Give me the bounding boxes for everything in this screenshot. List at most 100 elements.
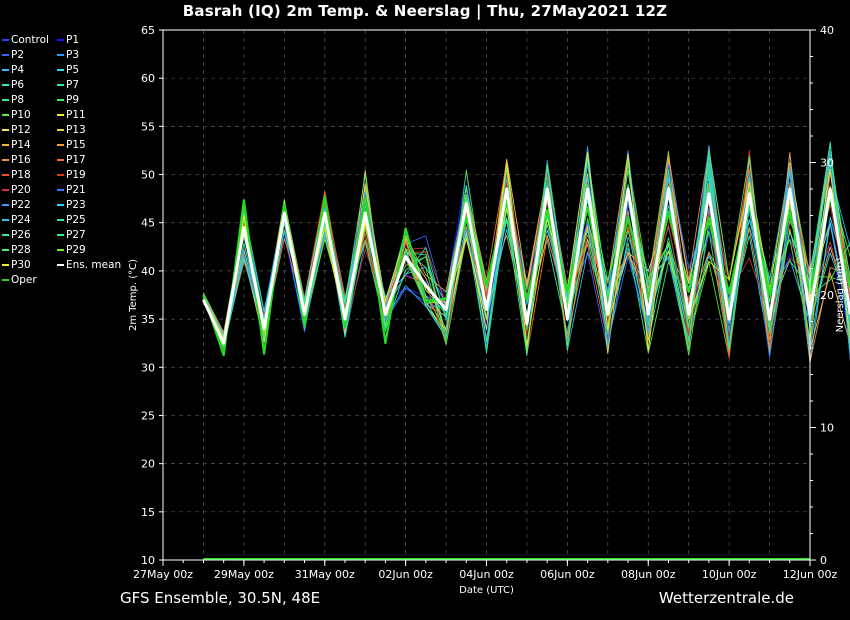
legend-swatch [2, 219, 9, 221]
legend-swatch [2, 99, 9, 101]
legend-swatch [2, 264, 9, 266]
y-tick-label: 40 [141, 265, 155, 278]
legend-item-p14: P14 [2, 139, 31, 151]
legend-item-p29: P29 [57, 244, 86, 256]
legend-label: P27 [66, 229, 86, 241]
x-tick-label: 02Jun 00z [378, 568, 433, 581]
legend-swatch [57, 264, 64, 266]
legend-swatch [57, 69, 64, 71]
legend-swatch [2, 159, 9, 161]
legend-item-p18: P18 [2, 169, 31, 181]
legend-label: Ens. mean [66, 259, 122, 271]
legend-swatch [2, 69, 9, 71]
ens-mean-series [202, 187, 850, 345]
legend-label: P3 [66, 49, 80, 61]
legend-label: P12 [11, 124, 31, 136]
chart: 10 15 20 25 30 35 40 45 50 55 60 65 0 10 20 30 40 27May 0… [128, 24, 850, 596]
x-tick-label: 10Jun 00z [702, 568, 757, 581]
legend-label: P7 [66, 79, 80, 91]
legend-item-p15: P15 [57, 139, 86, 151]
legend-label: P22 [11, 199, 31, 211]
legend-swatch [57, 129, 64, 131]
legend-swatch [57, 54, 64, 56]
legend-item-p23: P23 [57, 199, 86, 211]
legend-label: Oper [11, 274, 37, 286]
legend-item-p26: P26 [2, 229, 31, 241]
legend-label: P6 [11, 79, 25, 91]
legend-swatch [57, 204, 64, 206]
legend-swatch [57, 114, 64, 116]
legend-item-ens-mean: Ens. mean [57, 259, 121, 271]
legend-item-p20: P20 [2, 184, 31, 196]
legend-swatch [57, 249, 64, 251]
legend-item-p13: P13 [57, 124, 86, 136]
y-tick-label: 65 [141, 24, 155, 37]
legend-swatch [57, 159, 64, 161]
y2-axis-label: Neerslag (mm) [835, 257, 846, 332]
legend-swatch [2, 129, 9, 131]
y-tick-label: 20 [141, 458, 155, 471]
legend-item-p27: P27 [57, 229, 86, 241]
legend-item-p2: P2 [2, 49, 24, 61]
legend-item-p28: P28 [2, 244, 31, 256]
legend-item-p17: P17 [57, 154, 86, 166]
x-tick-label: 08Jun 00z [621, 568, 676, 581]
legend-item-p12: P12 [2, 124, 31, 136]
y-tick-label: 50 [141, 169, 155, 182]
x-tick-label: 31May 00z [295, 568, 355, 581]
legend-item-p22: P22 [2, 199, 31, 211]
legend-swatch [2, 144, 9, 146]
legend-label: P28 [11, 244, 31, 256]
legend-item-p8: P8 [2, 94, 24, 106]
legend-item-p1: P1 [57, 34, 79, 46]
legend-item-p7: P7 [57, 79, 79, 91]
legend-label: P11 [66, 109, 86, 121]
legend-item-p5: P5 [57, 64, 79, 76]
legend-swatch [2, 249, 9, 251]
legend-item-p11: P11 [57, 109, 86, 121]
y-tick-label: 35 [141, 313, 155, 326]
x-axis-label: Date (UTC) [459, 585, 514, 596]
legend-swatch [2, 279, 9, 281]
legend-swatch [57, 174, 64, 176]
legend-swatch [2, 174, 9, 176]
legend-item-p4: P4 [2, 64, 24, 76]
legend-label: P8 [11, 94, 25, 106]
y2-tick-label: 30 [820, 157, 834, 170]
legend-swatch [2, 84, 9, 86]
y2-tick-label: 10 [820, 422, 834, 435]
legend-label: P18 [11, 169, 31, 181]
footer-model-info: GFS Ensemble, 30.5N, 48E [120, 589, 321, 607]
legend-label: P24 [11, 214, 31, 226]
y-tick-label: 30 [141, 361, 155, 374]
legend-label: Control [11, 34, 49, 46]
y2-tick-label: 40 [820, 24, 834, 37]
x-tick-label: 04Jun 00z [459, 568, 514, 581]
legend-label: P26 [11, 229, 31, 241]
legend-swatch [57, 144, 64, 146]
legend-item-p30: P30 [2, 259, 31, 271]
legend-swatch [57, 39, 64, 41]
legend-label: P14 [11, 139, 31, 151]
legend-item-p6: P6 [2, 79, 24, 91]
legend-label: P9 [66, 94, 80, 106]
x-tick-label: 06Jun 00z [540, 568, 595, 581]
legend-item-p19: P19 [57, 169, 86, 181]
legend-swatch [2, 114, 9, 116]
legend-swatch [57, 189, 64, 191]
legend-label: P13 [66, 124, 86, 136]
legend-label: P16 [11, 154, 31, 166]
legend-label: P5 [66, 64, 80, 76]
legend-swatch [57, 234, 64, 236]
legend-label: P2 [11, 49, 25, 61]
legend-label: P21 [66, 184, 86, 196]
legend-label: P30 [11, 259, 31, 271]
legend-label: P15 [66, 139, 86, 151]
legend-item-p9: P9 [57, 94, 79, 106]
legend-label: P23 [66, 199, 86, 211]
y-tick-label: 55 [141, 120, 155, 133]
footer-source: Wetterzentrale.de [658, 589, 794, 607]
y2-tick-label: 0 [820, 554, 827, 567]
legend-label: P10 [11, 109, 31, 121]
legend-swatch [2, 189, 9, 191]
